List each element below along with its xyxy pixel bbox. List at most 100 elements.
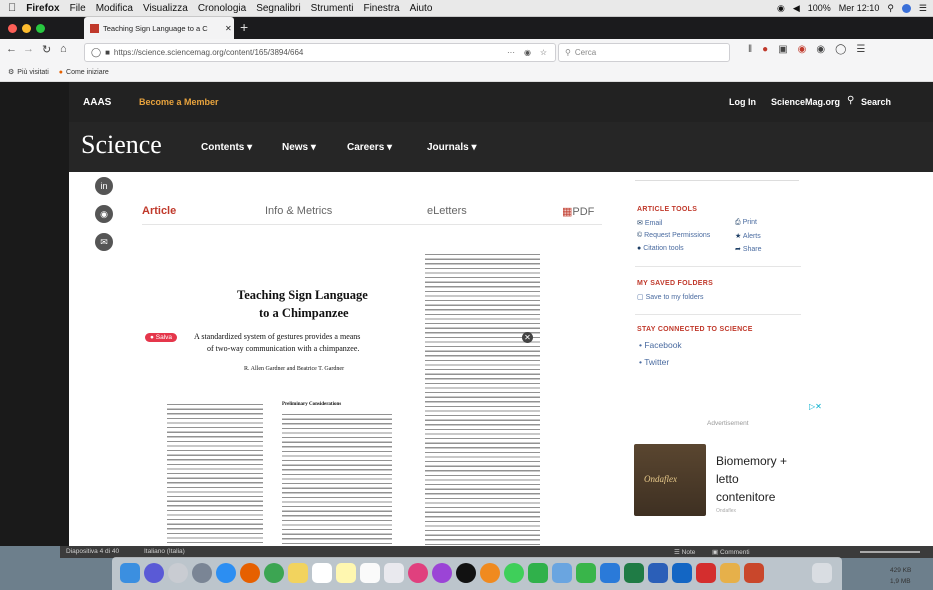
trash-icon[interactable] <box>812 563 832 583</box>
extension-globe-icon[interactable]: ◯ <box>835 44 846 55</box>
volume-icon[interactable]: ◀ <box>793 3 800 14</box>
siri-icon[interactable] <box>901 3 911 13</box>
numbers-icon[interactable] <box>576 563 596 583</box>
zoom-window-button[interactable] <box>36 24 45 33</box>
podcasts-icon[interactable] <box>432 563 452 583</box>
facetime-icon[interactable] <box>528 563 548 583</box>
search-bar[interactable]: ⚲ Cerca <box>558 43 730 62</box>
nav-careers[interactable]: Careers ▾ <box>347 142 392 153</box>
notification-center-icon[interactable]: ☰ <box>919 3 927 14</box>
reload-icon[interactable]: ↻ <box>42 43 51 56</box>
save-badge[interactable]: ● Salva <box>145 333 178 342</box>
citation-tools[interactable]: ● Citation tools <box>637 245 684 252</box>
stickies-icon[interactable] <box>336 563 356 583</box>
extension-red-icon[interactable]: ● <box>762 44 768 55</box>
menu-file[interactable]: File <box>70 3 86 14</box>
menu-firefox[interactable]: Firefox <box>26 3 59 14</box>
become-member-link[interactable]: Become a Member <box>139 97 219 107</box>
alerts-tool[interactable]: ★ Alerts <box>735 232 761 240</box>
reminders-icon[interactable] <box>360 563 380 583</box>
extension-ublock-icon[interactable]: ◉ <box>798 44 807 55</box>
acrobat-icon[interactable] <box>696 563 716 583</box>
ad-banner[interactable]: Ondaflex Biomemory + letto contenitore O… <box>634 428 834 538</box>
browser-tab[interactable]: Teaching Sign Language to a C ✕ <box>84 17 234 39</box>
ad-title-2[interactable]: letto <box>716 472 739 486</box>
firefox-dock-icon[interactable] <box>240 563 260 583</box>
battery-percent[interactable]: 100% <box>808 3 831 13</box>
tab-close-icon[interactable]: ✕ <box>225 24 232 33</box>
share-tool[interactable]: ➦ Share <box>735 245 762 253</box>
books-icon[interactable] <box>480 563 500 583</box>
notes-button[interactable]: ☰ Note <box>674 548 695 556</box>
minimize-window-button[interactable] <box>22 24 31 33</box>
chrome-icon[interactable] <box>264 563 284 583</box>
facebook-link[interactable]: • Facebook <box>639 340 682 350</box>
email-share-icon[interactable]: ✉ <box>95 233 113 251</box>
reddit-icon[interactable]: ◉ <box>95 205 113 223</box>
tab-article[interactable]: Article <box>142 205 176 217</box>
spotlight-icon[interactable]: ⚲ <box>887 3 894 14</box>
login-link[interactable]: Log In <box>729 97 756 107</box>
apple-menu-icon[interactable]:  <box>8 2 16 14</box>
keynote-icon[interactable] <box>600 563 620 583</box>
back-icon[interactable]: ← <box>6 43 17 55</box>
library-icon[interactable]: ‖ <box>748 44 752 55</box>
clock[interactable]: Mer 12:10 <box>839 3 880 13</box>
menu-segnalibri[interactable]: Segnalibri <box>256 3 300 14</box>
calendar-icon[interactable] <box>312 563 332 583</box>
launchpad-icon[interactable] <box>168 563 188 583</box>
music-icon[interactable] <box>408 563 428 583</box>
siri-dock-icon[interactable] <box>144 563 164 583</box>
ad-image[interactable]: Ondaflex <box>634 444 706 516</box>
science-logo[interactable]: Science <box>81 130 162 160</box>
menu-visualizza[interactable]: Visualizza <box>143 3 188 14</box>
bookmark-getting-started[interactable]: Come iniziare <box>66 69 109 76</box>
photos-icon[interactable] <box>384 563 404 583</box>
forward-icon[interactable]: → <box>23 43 34 55</box>
page-actions-icon[interactable]: ··· <box>507 48 515 57</box>
comments-button[interactable]: ▣ Commenti <box>712 548 750 556</box>
menu-modifica[interactable]: Modifica <box>96 3 133 14</box>
url-text[interactable]: https://science.sciencemag.org/content/1… <box>114 48 303 57</box>
outlook-icon[interactable] <box>672 563 692 583</box>
close-window-button[interactable] <box>8 24 17 33</box>
linkedin-icon[interactable]: in <box>95 177 113 195</box>
home-icon[interactable]: ⌂ <box>60 43 67 55</box>
notes-app-icon[interactable] <box>288 563 308 583</box>
ad-title-1[interactable]: Biomemory + <box>716 454 787 468</box>
new-tab-button[interactable]: + <box>240 19 248 35</box>
menu-icon[interactable]: ☰ <box>856 44 865 55</box>
menu-strumenti[interactable]: Strumenti <box>311 3 354 14</box>
preview-icon[interactable] <box>552 563 572 583</box>
shield-icon[interactable]: ◯ <box>91 47 101 58</box>
save-to-folders-link[interactable]: ▢ Save to my folders <box>637 293 704 301</box>
bookmark-most-visited[interactable]: Più visitati <box>17 69 49 76</box>
url-bar[interactable]: ◯ ■ https://science.sciencemag.org/conte… <box>84 43 556 62</box>
photo-viewer-icon[interactable] <box>720 563 740 583</box>
nav-journals[interactable]: Journals ▾ <box>427 142 477 153</box>
sidebar-icon[interactable]: ▣ <box>778 44 787 55</box>
gear-icon[interactable]: ⚙ <box>8 68 14 76</box>
apple-tv-icon[interactable] <box>456 563 476 583</box>
request-permissions-tool[interactable]: © Request Permissions <box>637 232 710 239</box>
menu-finestra[interactable]: Finestra <box>363 3 399 14</box>
lock-icon[interactable]: ■ <box>105 48 110 57</box>
extension-gray-icon[interactable]: ◉ <box>816 44 825 55</box>
twitter-link[interactable]: • Twitter <box>639 357 669 367</box>
rocket-icon[interactable] <box>192 563 212 583</box>
menu-cronologia[interactable]: Cronologia <box>198 3 246 14</box>
safari-icon[interactable] <box>216 563 236 583</box>
search-icon[interactable]: ⚲ <box>847 95 854 106</box>
menu-aiuto[interactable]: Aiuto <box>410 3 433 14</box>
tab-eletters[interactable]: eLetters <box>427 205 467 217</box>
finder-icon[interactable] <box>120 563 140 583</box>
nav-news[interactable]: News ▾ <box>282 142 316 153</box>
zoom-slider[interactable] <box>860 551 920 553</box>
search-link[interactable]: Search <box>861 97 891 107</box>
excel-icon[interactable] <box>624 563 644 583</box>
word-icon[interactable] <box>648 563 668 583</box>
nav-contents[interactable]: Contents ▾ <box>201 142 252 153</box>
sciencemag-link[interactable]: ScienceMag.org <box>771 97 840 107</box>
print-tool[interactable]: ⎙ Print <box>735 219 757 227</box>
bookmark-star-icon[interactable]: ☆ <box>540 48 547 57</box>
